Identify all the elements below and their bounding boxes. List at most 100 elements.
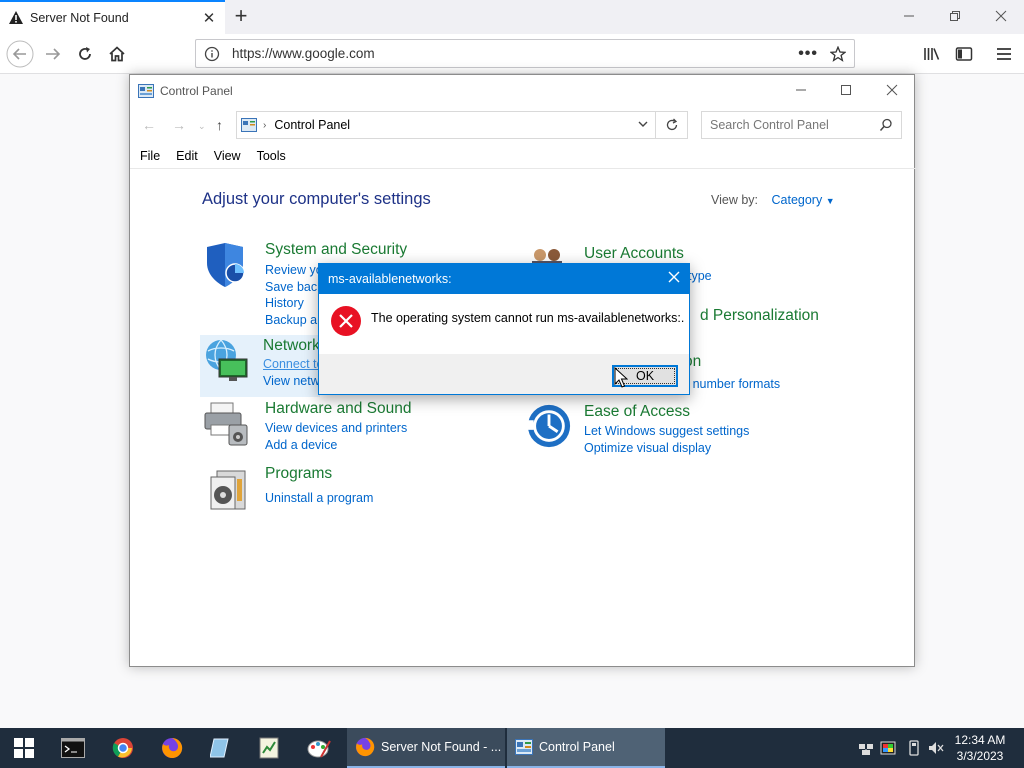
category-link[interactable]: View devices and printers — [265, 421, 407, 435]
category-network[interactable]: Network Connect to View netw — [200, 335, 323, 397]
color-tray-icon[interactable] — [880, 740, 896, 756]
info-icon[interactable] — [204, 46, 220, 62]
restore-browser-button[interactable] — [932, 0, 978, 32]
close-tab-icon[interactable]: ✕ — [201, 9, 217, 27]
menu-tools[interactable]: Tools — [257, 149, 286, 168]
control-panel-icon — [138, 83, 154, 98]
task-label: Server Not Found - ... — [381, 740, 502, 754]
category-title[interactable]: Programs — [265, 465, 332, 483]
category-title[interactable]: System and Security — [265, 241, 407, 259]
reload-button[interactable] — [71, 40, 99, 68]
taskbar-spreadsheet[interactable] — [248, 732, 290, 764]
bookmark-star-icon[interactable] — [830, 45, 846, 62]
tab-server-not-found[interactable]: Server Not Found ✕ — [0, 0, 225, 34]
taskbar-clock[interactable]: 12:34 AM 3/3/2023 — [950, 732, 1010, 764]
programs-box-icon[interactable] — [203, 465, 251, 513]
view-by-label: View by: — [711, 193, 759, 207]
cp-close-button[interactable] — [869, 75, 915, 105]
category-link[interactable]: History — [265, 296, 304, 310]
cp-refresh-button[interactable] — [656, 111, 688, 139]
taskbar-task-control-panel[interactable]: Control Panel — [507, 728, 665, 768]
close-icon[interactable] — [667, 270, 681, 284]
volume-muted-icon[interactable] — [928, 740, 944, 756]
refresh-icon — [666, 118, 677, 131]
page-actions-icon[interactable]: ••• — [798, 45, 818, 63]
menu-file[interactable]: File — [140, 149, 160, 168]
home-icon — [109, 46, 125, 62]
taskbar-chrome[interactable] — [102, 732, 144, 764]
category-link[interactable]: type — [688, 269, 712, 283]
sidebar-button[interactable] — [950, 40, 978, 68]
network-tray-icon[interactable] — [858, 740, 874, 756]
up-arrow-icon[interactable]: ↑ — [216, 117, 223, 133]
category-title[interactable]: Hardware and Sound — [265, 400, 412, 418]
cp-back-icon[interactable]: ← — [142, 117, 156, 133]
category-title[interactable]: Network — [263, 337, 320, 355]
category-title[interactable]: User Accounts — [584, 245, 684, 263]
category-link[interactable]: Uninstall a program — [265, 491, 373, 505]
usb-tray-icon[interactable] — [906, 740, 922, 756]
page-title: Adjust your computer's settings — [202, 190, 431, 208]
forward-button[interactable] — [39, 40, 67, 68]
notepad-icon — [210, 738, 229, 758]
category-link[interactable]: or number formats — [678, 377, 780, 391]
menu-view[interactable]: View — [214, 149, 241, 168]
home-button[interactable] — [103, 40, 131, 68]
close-browser-button[interactable] — [978, 0, 1024, 32]
url-bar[interactable]: https://www.google.com ••• — [195, 39, 855, 68]
dialog-title: ms-availablenetworks: — [328, 272, 452, 286]
chevron-down-icon[interactable] — [637, 118, 649, 130]
menu-edit[interactable]: Edit — [176, 149, 198, 168]
category-link[interactable]: Connect to — [263, 357, 323, 371]
terminal-icon — [61, 738, 85, 758]
cp-minimize-button[interactable] — [778, 75, 824, 105]
back-arrow-icon — [6, 40, 34, 68]
category-link[interactable]: Optimize visual display — [584, 441, 711, 455]
url-text[interactable]: https://www.google.com — [232, 46, 798, 61]
category-title[interactable]: d Personalization — [700, 307, 819, 325]
taskbar-paint[interactable] — [298, 732, 340, 764]
tab-title: Server Not Found — [30, 11, 129, 25]
cp-maximize-button[interactable] — [823, 75, 869, 105]
search-icon[interactable] — [879, 118, 893, 132]
category-link[interactable]: View netw — [263, 374, 320, 388]
taskbar-terminal[interactable] — [52, 732, 94, 764]
category-link[interactable]: Add a device — [265, 438, 337, 452]
category-link[interactable]: Let Windows suggest settings — [584, 424, 749, 438]
back-button[interactable] — [6, 40, 34, 68]
control-panel-icon — [241, 118, 257, 132]
error-icon — [331, 306, 361, 336]
cp-address-bar[interactable]: › Control Panel — [236, 111, 656, 139]
chrome-icon — [112, 738, 133, 758]
recent-locations-icon[interactable]: ⌄ — [198, 121, 206, 132]
library-button[interactable] — [918, 40, 946, 68]
printer-icon[interactable] — [203, 399, 251, 447]
category-link[interactable]: Backup an — [265, 313, 324, 327]
breadcrumb[interactable]: Control Panel — [274, 118, 350, 132]
task-label: Control Panel — [539, 740, 615, 754]
cp-forward-icon[interactable]: → — [172, 117, 186, 133]
taskbar-task-firefox[interactable]: Server Not Found - ... — [347, 728, 505, 768]
taskbar-notepad[interactable] — [199, 732, 241, 764]
error-dialog: ms-availablenetworks: The operating syst… — [318, 263, 690, 395]
cp-titlebar: Control Panel — [130, 75, 914, 106]
dialog-message: The operating system cannot run ms-avail… — [371, 311, 685, 325]
category-title[interactable]: Ease of Access — [584, 403, 690, 421]
view-by-dropdown[interactable]: Category ▼ — [772, 193, 835, 207]
category-link[interactable]: Review yo — [265, 263, 323, 277]
search-placeholder: Search Control Panel — [710, 118, 829, 132]
firefox-icon — [355, 737, 375, 757]
minimize-icon — [796, 89, 806, 91]
shield-icon[interactable] — [203, 241, 251, 289]
new-tab-button[interactable]: + — [228, 4, 254, 30]
minimize-browser-button[interactable] — [886, 0, 932, 32]
menu-button[interactable] — [990, 40, 1018, 68]
network-globe-icon — [206, 339, 248, 381]
ease-of-access-icon[interactable] — [526, 403, 572, 449]
start-button[interactable] — [3, 732, 45, 764]
cp-address-row: ← → ⌄ ↑ › Control Panel Search Control P… — [130, 109, 916, 141]
mouse-cursor-icon — [614, 367, 628, 388]
browser-tabstrip: Server Not Found ✕ + — [0, 0, 1024, 34]
cp-search-input[interactable]: Search Control Panel — [701, 111, 902, 139]
taskbar-firefox[interactable] — [151, 732, 193, 764]
